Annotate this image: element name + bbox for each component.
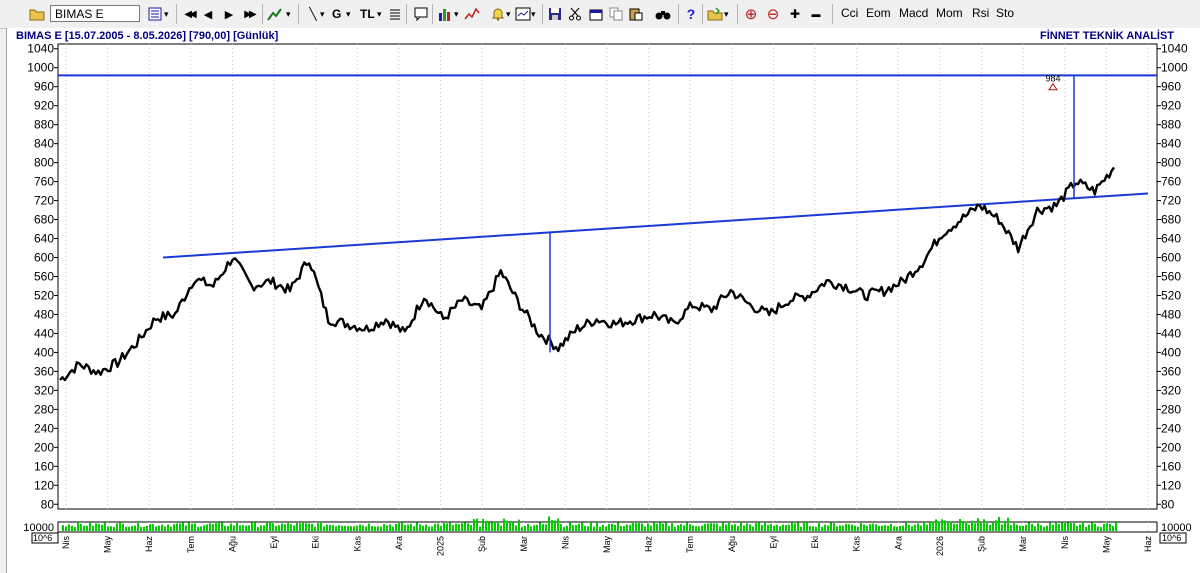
export-icon[interactable]	[706, 4, 724, 24]
minus-icon[interactable]: ▬	[807, 4, 825, 24]
chart-title: BIMAS E [15.07.2005 - 8.05.2026] [790,00…	[16, 30, 279, 42]
comment-icon[interactable]	[412, 4, 430, 24]
toolbar-separator	[406, 4, 407, 24]
chart-window	[6, 28, 1200, 573]
mom-button[interactable]: Mom	[936, 6, 963, 20]
symbol-input[interactable]: BIMAS E	[50, 5, 140, 22]
sto-button[interactable]: Sto	[996, 6, 1014, 20]
copy-icon[interactable]	[607, 4, 625, 24]
chevron-down-icon[interactable]: ▾	[506, 4, 511, 24]
help-icon[interactable]: ?	[682, 4, 700, 24]
last-bar-icon[interactable]: ▶▶	[240, 4, 258, 24]
g-tool-button[interactable]: G	[332, 4, 341, 24]
toolbar-separator	[737, 4, 738, 24]
toolbar-separator	[832, 4, 833, 24]
chevron-down-icon[interactable]: ▾	[531, 4, 536, 24]
properties-icon[interactable]	[587, 4, 605, 24]
cci-button[interactable]: Cci	[841, 6, 858, 20]
toolbar-separator	[262, 4, 263, 24]
brand-label: FİNNET TEKNİK ANALİST	[1040, 30, 1175, 42]
bell-icon[interactable]	[489, 4, 507, 24]
zoom-out-icon[interactable]: ⊖	[764, 4, 782, 24]
chevron-down-icon[interactable]: ▾	[164, 4, 169, 24]
chevron-down-icon[interactable]: ▾	[346, 4, 351, 24]
chevron-down-icon[interactable]: ▾	[286, 4, 291, 24]
chevron-down-icon[interactable]: ▾	[724, 4, 729, 24]
bar-chart-icon[interactable]	[437, 4, 455, 24]
eom-button[interactable]: Eom	[866, 6, 891, 20]
draw-tool-icon[interactable]	[266, 4, 284, 24]
chevron-down-icon[interactable]: ▾	[454, 4, 459, 24]
align-lines-icon[interactable]	[386, 4, 404, 24]
paste-icon[interactable]	[627, 4, 645, 24]
toolbar-separator	[432, 4, 433, 24]
plus-icon[interactable]: ✚	[786, 4, 804, 24]
macd-button[interactable]: Macd	[899, 6, 928, 20]
save-icon[interactable]	[546, 4, 564, 24]
rsi-button[interactable]: Rsi	[972, 6, 989, 20]
open-folder-icon[interactable]	[28, 4, 46, 24]
next-bar-icon[interactable]: ▶	[220, 4, 238, 24]
toolbar: BIMAS E ▾ ◀◀ ◀ ▶ ▶▶ ▾ ╲ ▾ G ▾ TL ▾ ▾ ▾ ▾	[0, 0, 1200, 29]
first-bar-icon[interactable]: ◀◀	[180, 4, 198, 24]
scissors-icon[interactable]	[566, 4, 584, 24]
toolbar-separator	[678, 4, 679, 24]
chevron-down-icon[interactable]: ▾	[320, 4, 325, 24]
zoom-in-icon[interactable]: ⊕	[742, 4, 760, 24]
prev-bar-icon[interactable]: ◀	[199, 4, 217, 24]
toolbar-separator	[542, 4, 543, 24]
toolbar-separator	[702, 4, 703, 24]
toolbar-separator	[176, 4, 177, 24]
symbol-list-icon[interactable]	[146, 4, 164, 24]
layout-icon[interactable]	[514, 4, 532, 24]
binoculars-icon[interactable]	[654, 4, 672, 24]
tl-tool-button[interactable]: TL	[360, 4, 375, 24]
indicator-icon[interactable]	[463, 4, 481, 24]
chevron-down-icon[interactable]: ▾	[377, 4, 382, 24]
toolbar-separator	[298, 4, 299, 24]
